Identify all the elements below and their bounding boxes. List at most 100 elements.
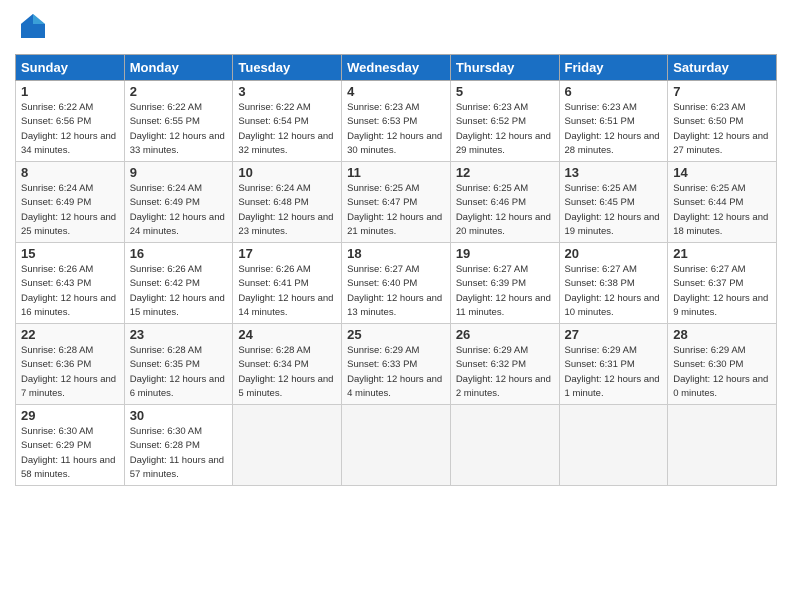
calendar-cell: 12 Sunrise: 6:25 AM Sunset: 6:46 PM Dayl… — [450, 162, 559, 243]
calendar-cell: 30 Sunrise: 6:30 AM Sunset: 6:28 PM Dayl… — [124, 405, 233, 486]
daylight-label: Daylight: 12 hours and 34 minutes. — [21, 131, 116, 156]
daylight-label: Daylight: 12 hours and 24 minutes. — [130, 212, 225, 237]
daylight-label: Daylight: 12 hours and 23 minutes. — [238, 212, 333, 237]
week-row-1: 1 Sunrise: 6:22 AM Sunset: 6:56 PM Dayli… — [16, 81, 777, 162]
day-number: 5 — [456, 84, 554, 99]
sunrise-label: Sunrise: 6:27 AM — [347, 264, 419, 275]
sunrise-label: Sunrise: 6:23 AM — [673, 102, 745, 113]
week-row-3: 15 Sunrise: 6:26 AM Sunset: 6:43 PM Dayl… — [16, 243, 777, 324]
sunset-label: Sunset: 6:46 PM — [456, 197, 526, 208]
day-info: Sunrise: 6:27 AM Sunset: 6:37 PM Dayligh… — [673, 263, 771, 320]
daylight-label: Daylight: 12 hours and 1 minute. — [565, 374, 660, 399]
day-number: 9 — [130, 165, 228, 180]
daylight-label: Daylight: 12 hours and 4 minutes. — [347, 374, 442, 399]
sunrise-label: Sunrise: 6:27 AM — [565, 264, 637, 275]
sunrise-label: Sunrise: 6:25 AM — [456, 183, 528, 194]
daylight-label: Daylight: 12 hours and 27 minutes. — [673, 131, 768, 156]
day-info: Sunrise: 6:28 AM Sunset: 6:35 PM Dayligh… — [130, 344, 228, 401]
sunrise-label: Sunrise: 6:29 AM — [565, 345, 637, 356]
day-number: 23 — [130, 327, 228, 342]
daylight-label: Daylight: 12 hours and 29 minutes. — [456, 131, 551, 156]
day-info: Sunrise: 6:30 AM Sunset: 6:28 PM Dayligh… — [130, 425, 228, 482]
header-row: SundayMondayTuesdayWednesdayThursdayFrid… — [16, 55, 777, 81]
daylight-label: Daylight: 12 hours and 10 minutes. — [565, 293, 660, 318]
day-info: Sunrise: 6:23 AM Sunset: 6:52 PM Dayligh… — [456, 101, 554, 158]
day-header-thursday: Thursday — [450, 55, 559, 81]
calendar-cell — [668, 405, 777, 486]
day-number: 4 — [347, 84, 445, 99]
day-header-wednesday: Wednesday — [342, 55, 451, 81]
daylight-label: Daylight: 12 hours and 15 minutes. — [130, 293, 225, 318]
day-number: 29 — [21, 408, 119, 423]
daylight-label: Daylight: 12 hours and 16 minutes. — [21, 293, 116, 318]
calendar-cell: 3 Sunrise: 6:22 AM Sunset: 6:54 PM Dayli… — [233, 81, 342, 162]
sunset-label: Sunset: 6:56 PM — [21, 116, 91, 127]
sunset-label: Sunset: 6:52 PM — [456, 116, 526, 127]
day-number: 8 — [21, 165, 119, 180]
sunrise-label: Sunrise: 6:23 AM — [456, 102, 528, 113]
daylight-label: Daylight: 12 hours and 2 minutes. — [456, 374, 551, 399]
calendar-cell: 26 Sunrise: 6:29 AM Sunset: 6:32 PM Dayl… — [450, 324, 559, 405]
day-info: Sunrise: 6:24 AM Sunset: 6:49 PM Dayligh… — [21, 182, 119, 239]
sunrise-label: Sunrise: 6:23 AM — [565, 102, 637, 113]
sunset-label: Sunset: 6:54 PM — [238, 116, 308, 127]
sunset-label: Sunset: 6:28 PM — [130, 440, 200, 451]
daylight-label: Daylight: 12 hours and 21 minutes. — [347, 212, 442, 237]
sunset-label: Sunset: 6:31 PM — [565, 359, 635, 370]
sunrise-label: Sunrise: 6:22 AM — [130, 102, 202, 113]
day-info: Sunrise: 6:24 AM Sunset: 6:48 PM Dayligh… — [238, 182, 336, 239]
day-info: Sunrise: 6:23 AM Sunset: 6:53 PM Dayligh… — [347, 101, 445, 158]
sunrise-label: Sunrise: 6:28 AM — [238, 345, 310, 356]
day-header-monday: Monday — [124, 55, 233, 81]
day-info: Sunrise: 6:29 AM Sunset: 6:31 PM Dayligh… — [565, 344, 663, 401]
day-number: 6 — [565, 84, 663, 99]
day-number: 30 — [130, 408, 228, 423]
calendar-cell: 10 Sunrise: 6:24 AM Sunset: 6:48 PM Dayl… — [233, 162, 342, 243]
day-info: Sunrise: 6:29 AM Sunset: 6:30 PM Dayligh… — [673, 344, 771, 401]
calendar-cell: 9 Sunrise: 6:24 AM Sunset: 6:49 PM Dayli… — [124, 162, 233, 243]
day-number: 19 — [456, 246, 554, 261]
calendar-cell — [450, 405, 559, 486]
sunset-label: Sunset: 6:53 PM — [347, 116, 417, 127]
day-info: Sunrise: 6:28 AM Sunset: 6:34 PM Dayligh… — [238, 344, 336, 401]
day-header-saturday: Saturday — [668, 55, 777, 81]
sunrise-label: Sunrise: 6:27 AM — [673, 264, 745, 275]
daylight-label: Daylight: 12 hours and 14 minutes. — [238, 293, 333, 318]
sunset-label: Sunset: 6:43 PM — [21, 278, 91, 289]
sunrise-label: Sunrise: 6:24 AM — [21, 183, 93, 194]
daylight-label: Daylight: 12 hours and 6 minutes. — [130, 374, 225, 399]
day-header-sunday: Sunday — [16, 55, 125, 81]
sunset-label: Sunset: 6:45 PM — [565, 197, 635, 208]
sunrise-label: Sunrise: 6:24 AM — [130, 183, 202, 194]
calendar-cell: 8 Sunrise: 6:24 AM Sunset: 6:49 PM Dayli… — [16, 162, 125, 243]
calendar-cell — [559, 405, 668, 486]
calendar-cell: 23 Sunrise: 6:28 AM Sunset: 6:35 PM Dayl… — [124, 324, 233, 405]
calendar-cell: 6 Sunrise: 6:23 AM Sunset: 6:51 PM Dayli… — [559, 81, 668, 162]
calendar-cell: 21 Sunrise: 6:27 AM Sunset: 6:37 PM Dayl… — [668, 243, 777, 324]
day-info: Sunrise: 6:25 AM Sunset: 6:47 PM Dayligh… — [347, 182, 445, 239]
sunset-label: Sunset: 6:38 PM — [565, 278, 635, 289]
day-number: 7 — [673, 84, 771, 99]
daylight-label: Daylight: 12 hours and 5 minutes. — [238, 374, 333, 399]
sunrise-label: Sunrise: 6:28 AM — [21, 345, 93, 356]
day-number: 27 — [565, 327, 663, 342]
day-number: 25 — [347, 327, 445, 342]
sunrise-label: Sunrise: 6:23 AM — [347, 102, 419, 113]
calendar-cell: 29 Sunrise: 6:30 AM Sunset: 6:29 PM Dayl… — [16, 405, 125, 486]
sunrise-label: Sunrise: 6:26 AM — [238, 264, 310, 275]
sunset-label: Sunset: 6:41 PM — [238, 278, 308, 289]
daylight-label: Daylight: 12 hours and 11 minutes. — [456, 293, 551, 318]
calendar-cell: 22 Sunrise: 6:28 AM Sunset: 6:36 PM Dayl… — [16, 324, 125, 405]
sunset-label: Sunset: 6:51 PM — [565, 116, 635, 127]
sunset-label: Sunset: 6:49 PM — [21, 197, 91, 208]
day-header-tuesday: Tuesday — [233, 55, 342, 81]
calendar-cell: 25 Sunrise: 6:29 AM Sunset: 6:33 PM Dayl… — [342, 324, 451, 405]
sunset-label: Sunset: 6:48 PM — [238, 197, 308, 208]
sunrise-label: Sunrise: 6:28 AM — [130, 345, 202, 356]
daylight-label: Daylight: 12 hours and 18 minutes. — [673, 212, 768, 237]
calendar-cell: 28 Sunrise: 6:29 AM Sunset: 6:30 PM Dayl… — [668, 324, 777, 405]
sunrise-label: Sunrise: 6:25 AM — [565, 183, 637, 194]
day-info: Sunrise: 6:25 AM Sunset: 6:45 PM Dayligh… — [565, 182, 663, 239]
sunset-label: Sunset: 6:37 PM — [673, 278, 743, 289]
sunrise-label: Sunrise: 6:30 AM — [130, 426, 202, 437]
